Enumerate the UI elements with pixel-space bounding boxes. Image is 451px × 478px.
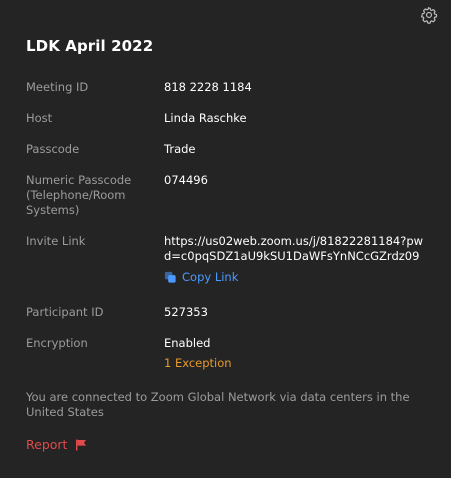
participant-id-value: 527353 — [164, 305, 208, 319]
meeting-title: LDK April 2022 — [26, 37, 154, 55]
copy-icon — [164, 271, 177, 284]
encryption-value: Enabled — [164, 336, 211, 350]
invite-link-label: Invite Link — [26, 234, 86, 248]
invite-link-value: https://us02web.zoom.us/j/81822281184?pw… — [164, 234, 424, 263]
copy-link-label: Copy Link — [182, 270, 239, 284]
encryption-label: Encryption — [26, 336, 88, 350]
numeric-passcode-value: 074496 — [164, 173, 208, 187]
numeric-passcode-label: Numeric Passcode (Telephone/Room Systems… — [26, 173, 132, 217]
meeting-id-label: Meeting ID — [26, 80, 89, 94]
report-button[interactable]: Report — [26, 437, 87, 452]
host-label: Host — [26, 111, 53, 125]
passcode-value: Trade — [164, 142, 196, 156]
network-note: You are connected to Zoom Global Network… — [26, 390, 410, 419]
participant-id-label: Participant ID — [26, 305, 104, 319]
gear-icon[interactable] — [420, 6, 438, 24]
passcode-label: Passcode — [26, 142, 80, 156]
report-label: Report — [26, 437, 68, 452]
copy-link-button[interactable]: Copy Link — [164, 270, 238, 285]
encryption-exception-link[interactable]: 1 Exception — [164, 356, 232, 371]
flag-icon — [75, 439, 87, 451]
meeting-id-value: 818 2228 1184 — [164, 80, 252, 94]
host-value: Linda Raschke — [164, 111, 247, 125]
